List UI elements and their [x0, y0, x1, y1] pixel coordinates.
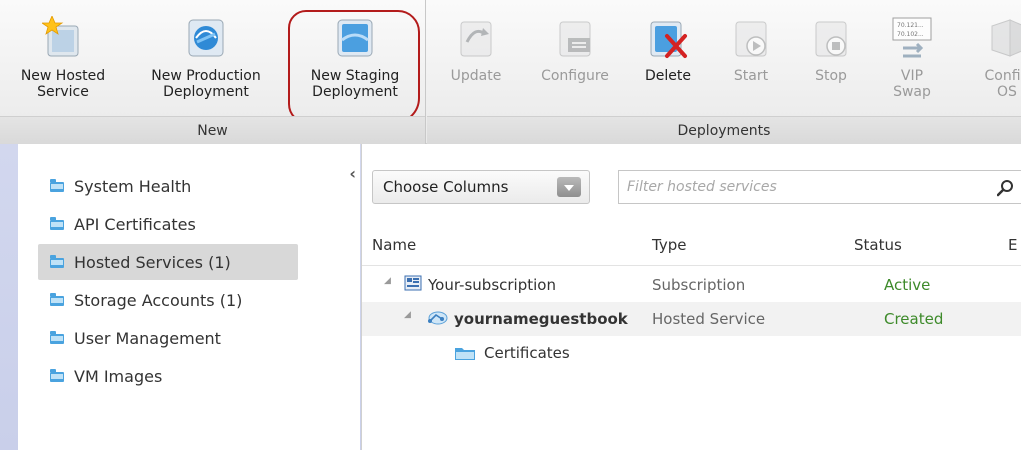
- subscription-icon: [404, 275, 422, 291]
- row-name: Certificates: [484, 344, 570, 362]
- update-icon: [455, 16, 497, 60]
- sidebar-item-system-health[interactable]: System Health: [38, 168, 298, 204]
- collapse-triangle-icon[interactable]: ◢: [404, 310, 411, 320]
- start-label: Start: [733, 68, 769, 84]
- new-staging-deployment-label: New Staging Deployment: [310, 68, 400, 100]
- choose-columns-label: Choose Columns: [383, 178, 509, 196]
- ribbon-group-deployments: Update Configure Delete Start Stop 70.12…: [427, 0, 1021, 144]
- folder-icon: [50, 217, 64, 230]
- hosted-service-icon: [428, 311, 448, 325]
- sidebar-item-label: VM Images: [74, 366, 163, 386]
- column-header-type[interactable]: Type: [652, 236, 686, 254]
- sidebar-item-label: User Management: [74, 328, 221, 348]
- configure-os-label: Config OS: [984, 68, 1021, 100]
- sidebar-item-storage-accounts[interactable]: Storage Accounts (1): [38, 282, 298, 318]
- folder-icon: [50, 255, 64, 268]
- start-icon: [730, 16, 772, 60]
- sidebar-item-label: API Certificates: [74, 214, 196, 234]
- update-button[interactable]: Update: [441, 6, 511, 114]
- new-hosted-service-label: New Hosted Service: [20, 68, 106, 100]
- search-icon[interactable]: [997, 179, 1015, 197]
- delete-label: Delete: [645, 68, 691, 84]
- row-type: Hosted Service: [652, 310, 766, 328]
- configure-label: Configure: [541, 68, 609, 84]
- app-frame: New Hosted Service New Production Deploy…: [0, 0, 1021, 450]
- ribbon-group-deployments-label: Deployments: [427, 116, 1021, 144]
- filter-hosted-services-input[interactable]: [619, 172, 979, 202]
- folder-icon: [50, 369, 64, 382]
- row-name: Your-subscription: [428, 276, 556, 294]
- table-row[interactable]: ◢ yournameguestbook Hosted Service Creat…: [362, 302, 1021, 336]
- row-status: Active: [884, 276, 931, 294]
- ribbon-group-new: New Hosted Service New Production Deploy…: [0, 0, 426, 144]
- filter-box: [618, 170, 1021, 204]
- start-button[interactable]: Start: [721, 6, 781, 114]
- table-row[interactable]: Certificates: [362, 336, 1021, 370]
- ribbon-group-new-label: New: [0, 116, 425, 144]
- collapse-triangle-icon[interactable]: ◢: [384, 276, 391, 286]
- folder-icon: [50, 293, 64, 306]
- delete-icon: [647, 16, 689, 60]
- folder-icon: [50, 179, 64, 192]
- stop-icon: [810, 16, 852, 60]
- vip-swap-label: VIP Swap: [893, 68, 931, 100]
- column-header-status[interactable]: Status: [854, 236, 902, 254]
- sidebar-item-label: Hosted Services (1): [74, 252, 231, 272]
- column-header-name[interactable]: Name: [372, 236, 416, 254]
- configure-icon: [554, 16, 596, 60]
- table-header: Name Type Status E: [362, 226, 1021, 266]
- sidebar-item-api-certificates[interactable]: API Certificates: [38, 206, 298, 242]
- configure-button[interactable]: Configure: [527, 6, 623, 114]
- column-header-extra[interactable]: E: [1008, 236, 1017, 254]
- stop-label: Stop: [815, 68, 847, 84]
- folder-icon: [50, 331, 64, 344]
- grid-toolbar: Choose Columns: [362, 144, 1021, 224]
- main-panel: Choose Columns Name Type Status E ◢: [361, 144, 1021, 450]
- vip-swap-icon-text-2: 70.102...: [897, 31, 924, 38]
- sidebar-item-label: Storage Accounts (1): [74, 290, 243, 310]
- table-row[interactable]: ◢ Your-subscription Subscription Active: [362, 268, 1021, 302]
- sidebar-list: System Health API Certificates Hosted Se…: [38, 168, 298, 396]
- stop-button[interactable]: Stop: [801, 6, 861, 114]
- configure-os-button[interactable]: Config OS: [967, 6, 1021, 114]
- row-type: Subscription: [652, 276, 746, 294]
- row-status: Created: [884, 310, 944, 328]
- new-production-deployment-label: New Production Deployment: [151, 68, 261, 100]
- delete-button[interactable]: Delete: [633, 6, 703, 114]
- dropdown-arrow-icon: [557, 177, 581, 197]
- sidebar-item-user-management[interactable]: User Management: [38, 320, 298, 356]
- vip-swap-button[interactable]: 70.121... 70.102... VIP Swap: [873, 6, 951, 114]
- new-staging-deployment-button[interactable]: New Staging Deployment: [292, 6, 418, 114]
- sidebar-item-label: System Health: [74, 176, 192, 196]
- configure-os-icon: [986, 16, 1021, 60]
- new-hosted-service-button[interactable]: New Hosted Service: [4, 6, 122, 114]
- sidebar-item-hosted-services[interactable]: Hosted Services (1): [38, 244, 298, 280]
- folder-icon: [455, 348, 475, 360]
- row-name: yournameguestbook: [454, 310, 628, 328]
- vip-swap-icon: 70.121... 70.102...: [891, 16, 933, 60]
- vip-swap-icon-text-1: 70.121...: [897, 22, 924, 29]
- new-production-deployment-icon: [185, 16, 227, 60]
- new-production-deployment-button[interactable]: New Production Deployment: [136, 6, 276, 114]
- table-body: ◢ Your-subscription Subscription Active …: [362, 268, 1021, 370]
- update-label: Update: [450, 68, 502, 84]
- sidebar-item-vm-images[interactable]: VM Images: [38, 358, 298, 394]
- new-staging-deployment-icon: [334, 16, 376, 60]
- choose-columns-button[interactable]: Choose Columns: [372, 170, 590, 204]
- sidebar: ‹ System Health API Certificates Hosted …: [18, 144, 360, 450]
- new-hosted-service-icon: [40, 14, 84, 60]
- ribbon: New Hosted Service New Production Deploy…: [0, 0, 1021, 144]
- collapse-sidebar-icon[interactable]: ‹: [349, 164, 356, 183]
